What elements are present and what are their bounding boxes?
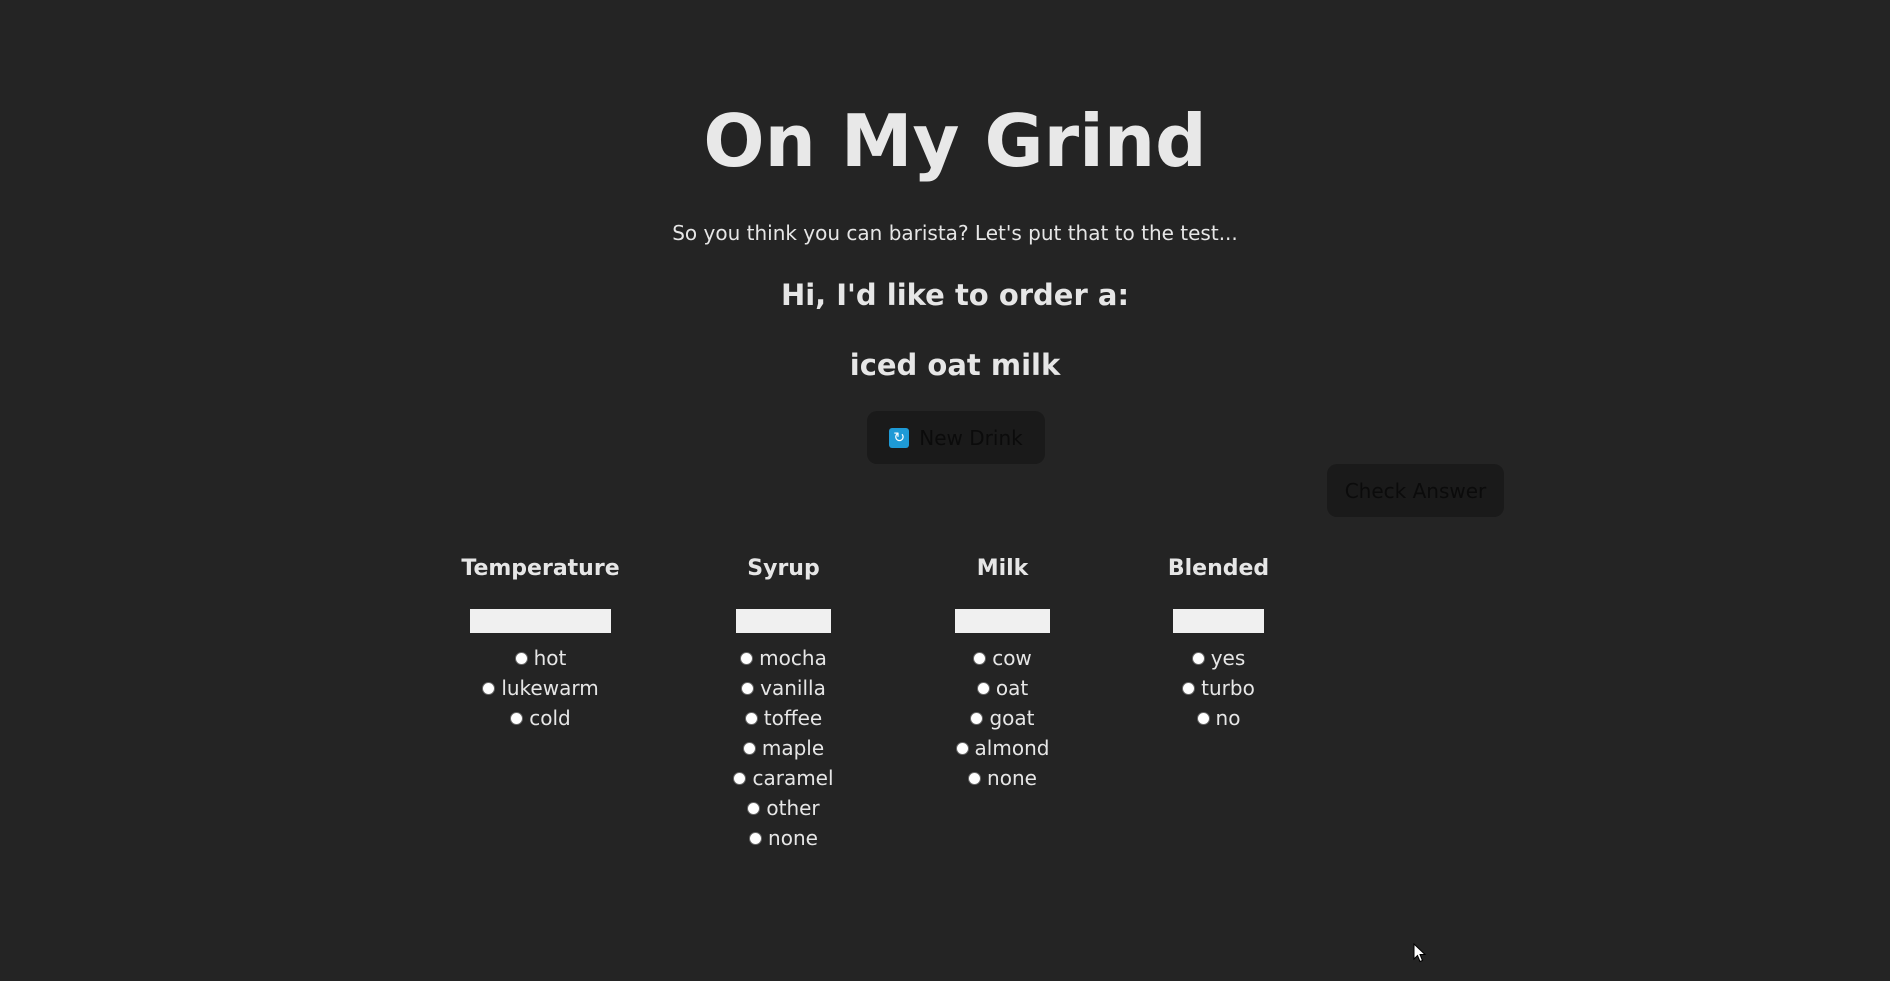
radio-button[interactable]: [482, 681, 496, 695]
syrup-option-other[interactable]: other: [747, 793, 820, 823]
radio-button[interactable]: [740, 651, 754, 665]
syrup-column: Syrup mocha vanilla toffee maple caramel…: [733, 554, 834, 853]
mouse-cursor-icon: [1413, 943, 1427, 963]
milk-option-oat[interactable]: oat: [976, 673, 1029, 703]
milk-option-almond[interactable]: almond: [955, 733, 1050, 763]
syrup-option-none[interactable]: none: [749, 823, 818, 853]
option-label: turbo: [1201, 676, 1255, 700]
option-label: other: [766, 796, 820, 820]
option-label: cow: [992, 646, 1032, 670]
blended-options: yes turbo no: [1182, 643, 1255, 733]
option-label: hot: [533, 646, 567, 670]
temperature-column: Temperature hot lukewarm cold: [461, 554, 619, 733]
refresh-icon: ↻: [889, 427, 910, 448]
syrup-option-vanilla[interactable]: vanilla: [741, 673, 826, 703]
radio-button[interactable]: [510, 711, 524, 725]
order-drink: iced oat milk: [849, 348, 1061, 382]
radio-button[interactable]: [1182, 681, 1196, 695]
option-label: oat: [995, 676, 1029, 700]
tagline: So you think you can barista? Let's put …: [672, 221, 1238, 245]
page-title: On My Grind: [703, 99, 1207, 183]
radio-button[interactable]: [970, 711, 984, 725]
option-label: maple: [761, 736, 825, 760]
blended-option-no[interactable]: no: [1196, 703, 1241, 733]
page: On My Grind So you think you can barista…: [0, 0, 1890, 981]
blended-column: Blended yes turbo no: [1168, 554, 1269, 733]
milk-options: cow oat goat almond none: [955, 643, 1050, 793]
radio-button[interactable]: [514, 651, 528, 665]
option-label: none: [768, 826, 818, 850]
milk-option-none[interactable]: none: [968, 763, 1037, 793]
radio-button[interactable]: [968, 771, 982, 785]
option-label: vanilla: [760, 676, 826, 700]
milk-column: Milk cow oat goat almond none: [955, 554, 1050, 793]
radio-button[interactable]: [742, 741, 756, 755]
radio-button[interactable]: [1191, 651, 1205, 665]
order-prompt: Hi, I'd like to order a:: [780, 278, 1130, 312]
temperature-option-hot[interactable]: hot: [514, 643, 567, 673]
syrup-option-maple[interactable]: maple: [742, 733, 825, 763]
radio-button[interactable]: [1196, 711, 1210, 725]
blended-input[interactable]: [1173, 609, 1264, 633]
syrup-input[interactable]: [736, 609, 831, 633]
radio-button[interactable]: [976, 681, 990, 695]
temperature-heading: Temperature: [461, 556, 620, 581]
radio-button[interactable]: [733, 771, 747, 785]
option-label: goat: [989, 706, 1035, 730]
option-label: mocha: [759, 646, 827, 670]
option-label: caramel: [752, 766, 834, 790]
radio-button[interactable]: [747, 801, 761, 815]
option-label: toffee: [763, 706, 823, 730]
milk-input[interactable]: [955, 609, 1050, 633]
radio-button[interactable]: [744, 711, 758, 725]
syrup-option-caramel[interactable]: caramel: [733, 763, 834, 793]
option-label: lukewarm: [501, 676, 599, 700]
syrup-option-mocha[interactable]: mocha: [740, 643, 827, 673]
option-label: cold: [529, 706, 571, 730]
temperature-option-cold[interactable]: cold: [510, 703, 571, 733]
blended-heading: Blended: [1167, 556, 1270, 581]
milk-option-cow[interactable]: cow: [973, 643, 1032, 673]
radio-button[interactable]: [973, 651, 987, 665]
temperature-option-lukewarm[interactable]: lukewarm: [482, 673, 599, 703]
milk-option-goat[interactable]: goat: [970, 703, 1035, 733]
option-label: none: [987, 766, 1037, 790]
option-label: almond: [974, 736, 1050, 760]
syrup-heading: Syrup: [747, 556, 820, 581]
radio-button[interactable]: [741, 681, 755, 695]
syrup-options: mocha vanilla toffee maple caramel other…: [733, 643, 834, 853]
temperature-options: hot lukewarm cold: [482, 643, 599, 733]
new-drink-label: New Drink: [919, 425, 1023, 450]
check-answer-button[interactable]: Check Answer: [1327, 464, 1504, 517]
option-label: no: [1215, 706, 1241, 730]
option-label: yes: [1210, 646, 1246, 670]
radio-button[interactable]: [955, 741, 969, 755]
blended-option-yes[interactable]: yes: [1191, 643, 1246, 673]
radio-button[interactable]: [749, 831, 763, 845]
blended-option-turbo[interactable]: turbo: [1182, 673, 1255, 703]
milk-heading: Milk: [976, 556, 1029, 581]
check-answer-label: Check Answer: [1344, 478, 1487, 503]
syrup-option-toffee[interactable]: toffee: [744, 703, 823, 733]
temperature-input[interactable]: [470, 609, 611, 633]
new-drink-button[interactable]: ↻ New Drink: [867, 411, 1045, 464]
